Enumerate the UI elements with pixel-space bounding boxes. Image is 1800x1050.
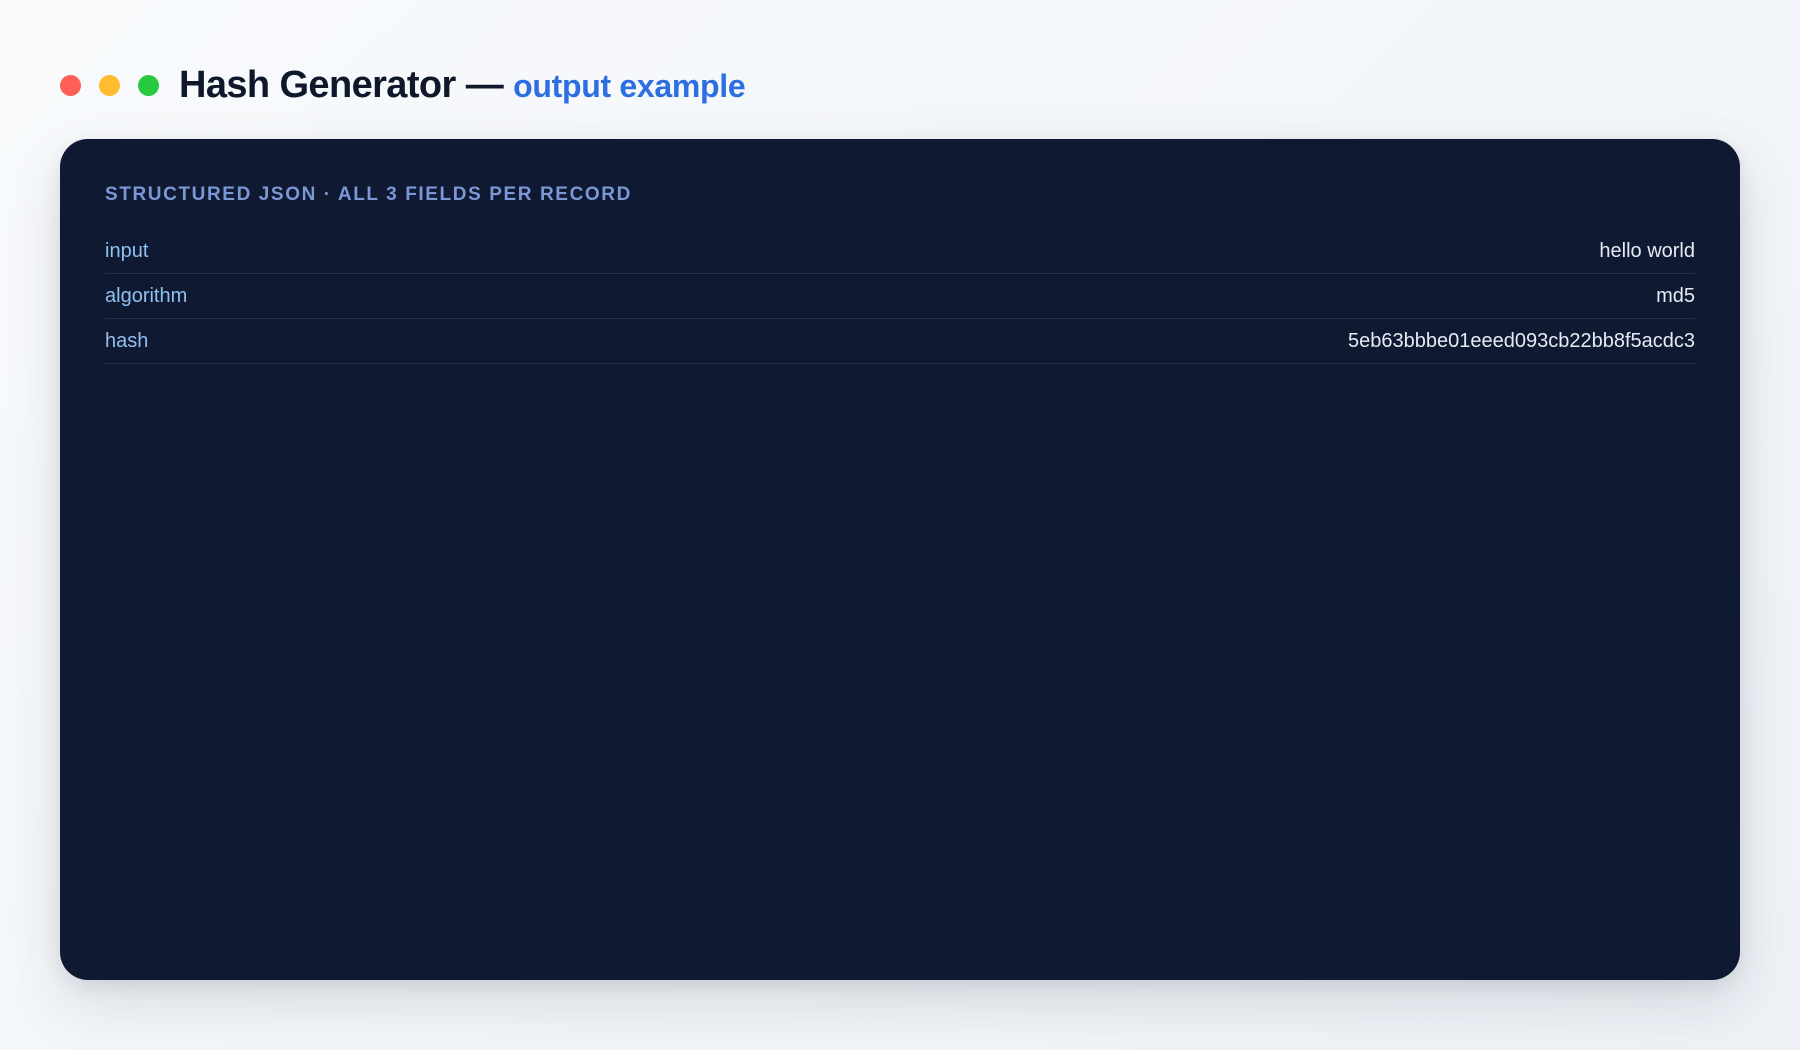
title-separator: — [465,63,504,106]
field-value: hello world [1599,239,1695,262]
field-key: input [105,239,149,262]
field-row-hash: hash 5eb63bbbe01eeed093cb22bb8f5acdc3 [105,319,1695,364]
page-subtitle: output example [513,67,746,104]
field-row-input: input hello world [105,229,1695,274]
field-value: 5eb63bbbe01eeed093cb22bb8f5acdc3 [1347,329,1695,352]
app-header: Hash Generator — output example [60,57,746,113]
field-value: md5 [1656,284,1695,307]
minimize-window-icon[interactable] [99,74,120,96]
panel-heading: STRUCTURED JSON · ALL 3 FIELDS PER RECOR… [105,184,632,205]
page-title: Hash Generator — output example [179,63,746,107]
field-list: input hello world algorithm md5 hash 5eb… [105,229,1695,364]
field-row-algorithm: algorithm md5 [105,274,1695,319]
close-window-icon[interactable] [60,74,81,96]
field-key: algorithm [105,284,188,307]
json-output-panel: STRUCTURED JSON · ALL 3 FIELDS PER RECOR… [60,139,1740,980]
page-title-text: Hash Generator [179,63,456,106]
maximize-window-icon[interactable] [138,74,159,96]
window-controls [60,74,159,96]
field-key: hash [105,329,149,352]
